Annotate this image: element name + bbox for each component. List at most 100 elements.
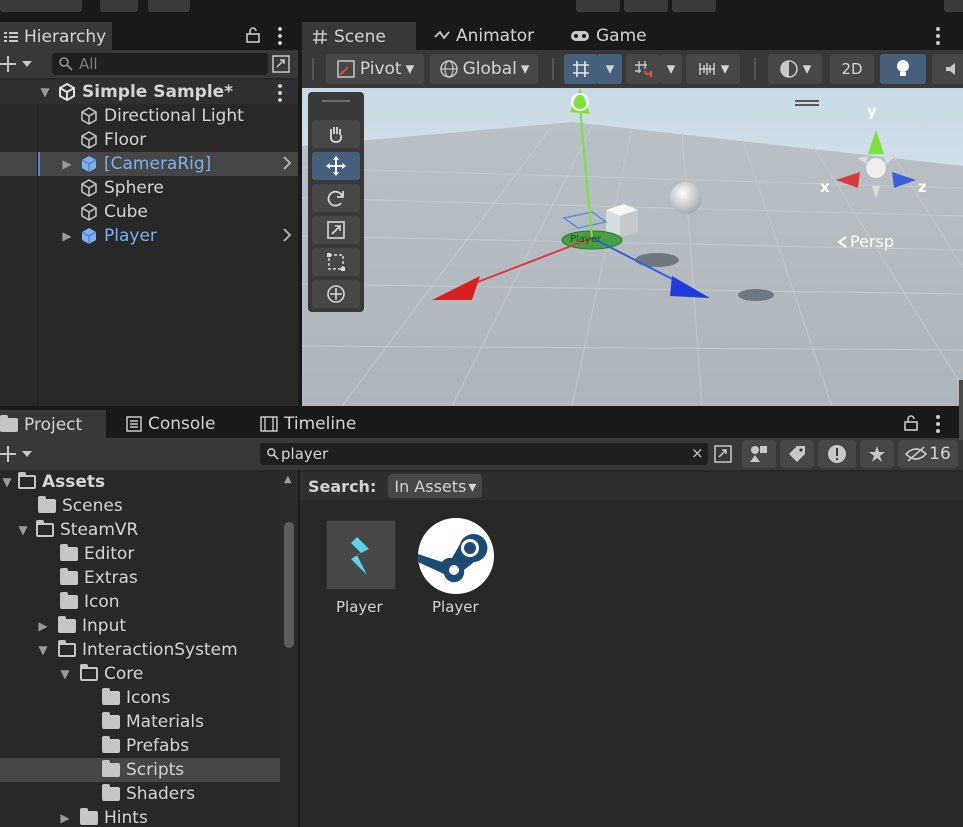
scene-menu-icon[interactable] (936, 27, 940, 48)
add-icon[interactable] (0, 444, 36, 464)
filter-log-button[interactable] (818, 440, 856, 468)
scale-tool-button[interactable] (312, 216, 360, 244)
filter-label-button[interactable] (780, 440, 814, 468)
scroll-up-icon[interactable]: ▲ (284, 474, 292, 485)
persp-label: Persp (850, 232, 894, 251)
collab-button[interactable] (148, 0, 190, 12)
perspective-toggle[interactable]: Persp (836, 232, 894, 251)
search-scope-value: In Assets (394, 476, 467, 496)
audio-toggle[interactable] (932, 54, 963, 84)
cloud-button[interactable] (100, 0, 138, 12)
asset-item-player-script[interactable]: Player (324, 518, 396, 620)
account-button[interactable] (0, 0, 82, 12)
tree-item-core[interactable]: ▼ Core (0, 662, 280, 686)
hierarchy-item-sphere[interactable]: Sphere (0, 176, 298, 200)
move-tool-button[interactable] (312, 152, 360, 180)
hand-tool-button[interactable] (312, 120, 360, 148)
tree-item-prefabs[interactable]: Prefabs (0, 734, 280, 758)
hierarchy-item-player[interactable]: ▶ Player (0, 224, 298, 248)
tab-timeline[interactable]: Timeline (250, 410, 370, 438)
scene-menu-icon[interactable] (278, 84, 282, 105)
project-menu-icon[interactable] (936, 415, 940, 436)
folder-icon (102, 784, 120, 801)
global-dropdown[interactable]: Global ▾ (430, 54, 538, 84)
clear-search-icon[interactable]: × (691, 444, 704, 462)
expand-down-icon[interactable]: ▼ (58, 667, 72, 681)
tab-console[interactable]: Console (116, 410, 236, 438)
prefab-icon (80, 227, 98, 245)
pause-button[interactable] (624, 0, 668, 12)
snap-increment-button[interactable] (626, 54, 660, 84)
tab-scene[interactable]: Scene (302, 22, 416, 50)
expand-down-icon[interactable]: ▼ (0, 475, 14, 489)
search-scope-dropdown[interactable]: In Assets ▾ (388, 474, 483, 498)
filter-type-button[interactable] (742, 440, 776, 468)
hierarchy-item-floor[interactable]: Floor (0, 128, 298, 152)
hierarchy-item-camerarig[interactable]: ▶ [CameraRig] (0, 152, 298, 176)
tree-item-scenes[interactable]: Scenes (0, 494, 280, 518)
grid-snap-toggle[interactable] (564, 54, 598, 84)
hierarchy-search-input[interactable]: All (52, 53, 268, 75)
favorites-button[interactable] (860, 440, 894, 468)
chevron-right-icon[interactable] (282, 155, 292, 171)
tree-item-shaders[interactable]: Shaders (0, 782, 280, 806)
tree-item-icon[interactable]: Icon (0, 590, 280, 614)
expand-down-icon[interactable]: ▼ (38, 85, 52, 99)
expand-down-icon[interactable]: ▼ (36, 643, 50, 657)
rect-tool-button[interactable] (312, 248, 360, 276)
scene-viewport[interactable]: y x z Persp Player (302, 88, 963, 406)
tree-item-materials[interactable]: Materials (0, 710, 280, 734)
shading-mode-dropdown[interactable]: ▾ (768, 54, 822, 84)
shapes-icon (749, 444, 769, 464)
tab-hierarchy[interactable]: Hierarchy (0, 22, 112, 50)
pivot-dropdown[interactable]: Pivot ▾ (326, 54, 424, 84)
scrollbar-thumb[interactable] (284, 522, 294, 648)
chevron-right-icon[interactable] (282, 227, 292, 243)
tree-item-interactionsystem[interactable]: ▼ InteractionSystem (0, 638, 280, 662)
tree-item-steamvr[interactable]: ▼ SteamVR (0, 518, 280, 542)
transform-tool-button[interactable] (312, 280, 360, 308)
project-search-input[interactable]: player × (260, 443, 708, 465)
increment-dropdown[interactable]: ▾ (686, 54, 740, 84)
expand-right-icon[interactable]: ▶ (60, 229, 74, 243)
step-button[interactable] (672, 0, 716, 12)
layers-button[interactable] (944, 0, 963, 12)
tree-item-scripts[interactable]: Scripts (0, 758, 280, 782)
panel-splitter[interactable] (298, 22, 302, 410)
ruler-icon (697, 60, 717, 78)
search-options-icon[interactable] (714, 445, 732, 463)
rotate-tool-button[interactable] (312, 184, 360, 212)
expand-down-icon[interactable]: ▼ (16, 523, 30, 537)
add-icon[interactable] (0, 54, 36, 74)
tree-item-input[interactable]: ▶ Input (0, 614, 280, 638)
hierarchy-item-cube[interactable]: Cube (0, 200, 298, 224)
expand-right-icon[interactable]: ▶ (60, 157, 74, 171)
asset-item-player-prefab[interactable]: Player (416, 518, 498, 620)
hidden-packages-toggle[interactable]: 16 (898, 440, 958, 468)
tree-item-label: Prefabs (126, 736, 190, 756)
tree-item-assets[interactable]: ▼ Assets (0, 470, 280, 494)
expand-right-icon[interactable]: ▶ (36, 619, 50, 633)
snap-dropdown[interactable]: ▾ (660, 54, 682, 84)
tab-project[interactable]: Project (0, 410, 106, 438)
tree-item-editor[interactable]: Editor (0, 542, 280, 566)
lock-icon[interactable] (904, 415, 918, 431)
object-label: Player (570, 234, 602, 245)
tree-item-icons[interactable]: Icons (0, 686, 280, 710)
tree-item-hints[interactable]: ▶ Hints (0, 806, 280, 827)
mode-2d-toggle[interactable]: 2D (830, 54, 874, 84)
lighting-toggle[interactable] (880, 54, 926, 84)
lock-icon[interactable] (246, 27, 260, 43)
play-button[interactable] (576, 0, 620, 12)
gameobject-icon (80, 107, 98, 125)
scene-root-row[interactable]: ▼ Simple Sample* (0, 80, 298, 104)
tab-animator[interactable]: Animator (424, 22, 548, 50)
tab-game[interactable]: Game (560, 22, 664, 50)
grid-dropdown[interactable]: ▾ (598, 54, 622, 84)
expand-right-icon[interactable]: ▶ (58, 811, 72, 825)
hierarchy-item-directional-light[interactable]: Directional Light (0, 104, 298, 128)
search-options-icon[interactable] (272, 55, 290, 73)
hierarchy-menu-icon[interactable] (278, 27, 282, 48)
tree-scrollbar[interactable]: ▲ (280, 470, 298, 827)
tree-item-extras[interactable]: Extras (0, 566, 280, 590)
